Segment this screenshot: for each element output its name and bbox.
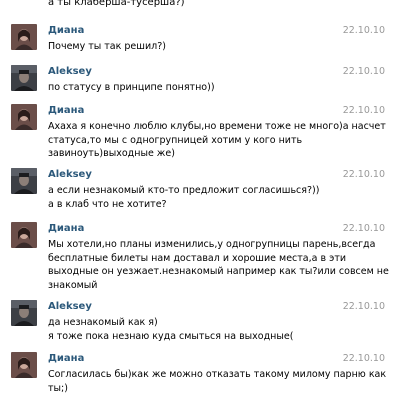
message-date: 22.10.10 — [342, 301, 385, 312]
message-text: по статусу в принципе понятно)) — [48, 81, 378, 95]
message-item: Диана 22.10.10 Ахаха я конечно люблю клу… — [0, 104, 400, 164]
aleksey-avatar[interactable] — [11, 300, 37, 326]
diana-avatar[interactable] — [11, 222, 37, 248]
diana-avatar[interactable] — [11, 24, 37, 50]
message-line: по статусу в принципе понятно)) — [48, 82, 215, 93]
message-text: Ахаха я конечно люблю клубы,но времени т… — [48, 120, 386, 161]
message-author[interactable]: Aleksey — [48, 168, 92, 181]
message-line: завиноуть)выходные же) — [48, 148, 175, 159]
message-author[interactable]: Aleksey — [48, 65, 92, 78]
message-date: 22.10.10 — [342, 223, 385, 234]
message-author[interactable]: Диана — [48, 24, 84, 37]
message-text: Мы хотели,но планы изменились,у одногруп… — [48, 238, 389, 292]
message-date: 22.10.10 — [342, 66, 385, 77]
message-author[interactable]: Aleksey — [48, 300, 92, 313]
diana-avatar[interactable] — [11, 104, 37, 130]
message-line: а в клаб что не хотите? — [48, 198, 167, 210]
message-line: выходные он уезжает.незнакомый например … — [48, 266, 389, 277]
message-line: знакомый — [48, 279, 98, 291]
message-line: статуса,то мы с одногрупницей хотим у ко… — [48, 134, 303, 146]
message-line: Мы хотели,но планы изменились,у одногруп… — [48, 239, 376, 250]
message-date: 22.10.10 — [342, 105, 385, 116]
message-item: Диана 22.10.10 Почему ты так решил?) — [0, 24, 400, 64]
message-text: Почему ты так решил?) — [48, 40, 378, 54]
message-line: Ахаха я конечно люблю клубы,но времени т… — [48, 121, 386, 132]
message-author[interactable]: Диана — [48, 104, 84, 117]
message-item: Aleksey 22.10.10 а если незнакомый кто-т… — [0, 168, 400, 218]
message-item: Диана 22.10.10 Согласилась бы)как же мож… — [0, 352, 400, 395]
partial-message-text: а ты клаберша-тусерша?) — [48, 0, 185, 8]
message-line: да незнакомый как я) — [48, 317, 158, 328]
message-line: ты;) — [48, 382, 68, 394]
aleksey-avatar[interactable] — [11, 65, 37, 91]
message-item: Диана 22.10.10 Мы хотели,но планы измени… — [0, 222, 400, 296]
diana-avatar[interactable] — [11, 352, 37, 378]
message-author[interactable]: Диана — [48, 352, 84, 365]
message-item: Aleksey 22.10.10 по статусу в принципе п… — [0, 65, 400, 105]
aleksey-avatar[interactable] — [11, 168, 37, 194]
message-line: Почему ты так решил?) — [48, 41, 166, 52]
message-item: Aleksey 22.10.10 да незнакомый как я) я … — [0, 300, 400, 350]
message-date: 22.10.10 — [342, 169, 385, 180]
message-text: а если незнакомый кто-то предложит согла… — [48, 184, 378, 211]
message-line: я тоже пока незнаю куда смыться на выход… — [48, 330, 294, 342]
message-line: бесплатные билеты нам доставал и хорошие… — [48, 252, 347, 264]
message-author[interactable]: Диана — [48, 222, 84, 235]
message-text: да незнакомый как я) я тоже пока незнаю … — [48, 316, 378, 343]
message-line: Согласилась бы)как же можно отказать так… — [48, 369, 387, 380]
message-date: 22.10.10 — [342, 25, 385, 36]
message-line: а если незнакомый кто-то предложит согла… — [48, 185, 320, 196]
message-text: Согласилась бы)как же можно отказать так… — [48, 368, 387, 395]
message-date: 22.10.10 — [342, 353, 385, 364]
